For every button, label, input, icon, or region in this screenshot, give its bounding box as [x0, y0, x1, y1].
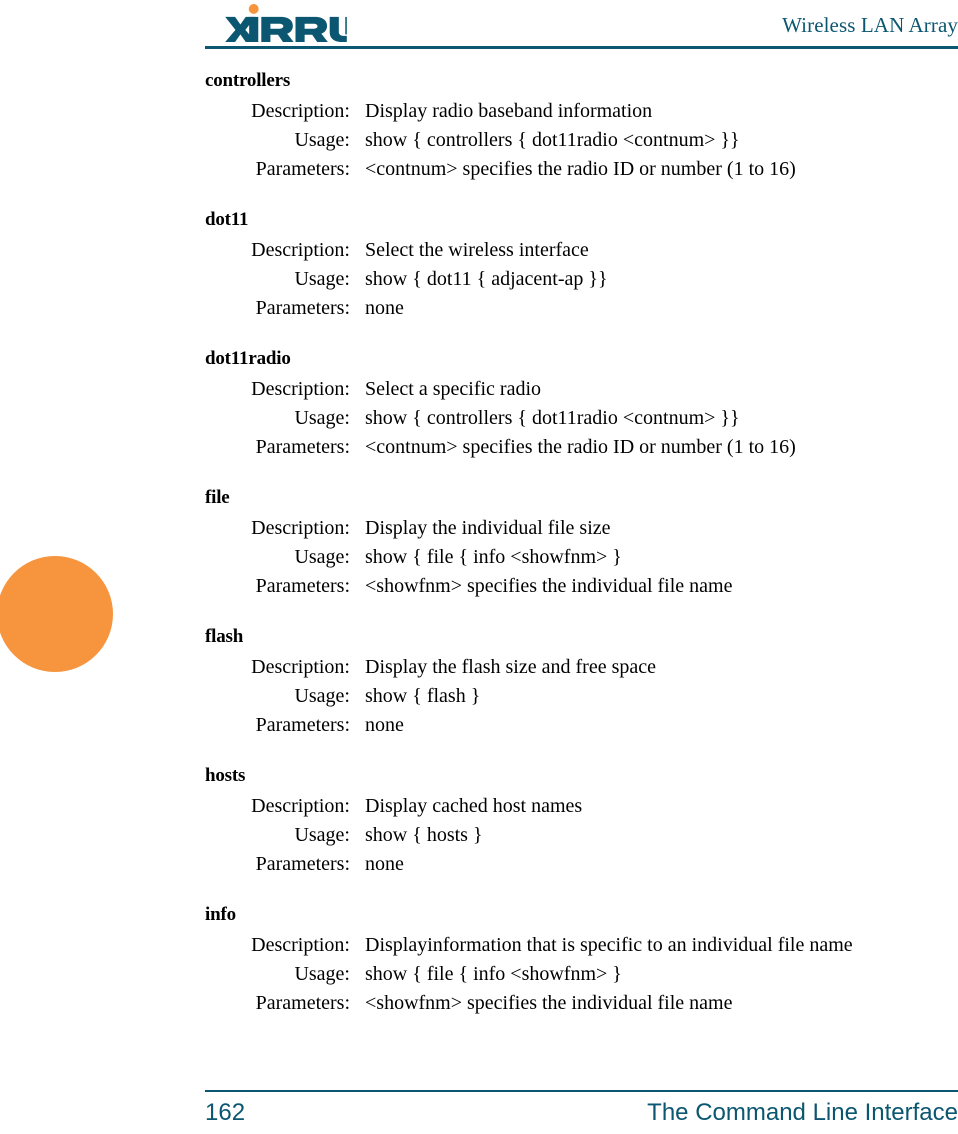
- description-label: Description:: [251, 517, 350, 539]
- description-label: Description:: [251, 795, 350, 817]
- parameters-label: Parameters:: [255, 297, 350, 319]
- command-details: Description: Displayinformation that is …: [0, 931, 958, 1018]
- command-details: Description: Display radio baseband info…: [0, 97, 958, 184]
- usage-label: Usage:: [294, 685, 350, 707]
- header-product-title: Wireless LAN Array: [782, 13, 958, 37]
- footer-rule: [205, 1090, 958, 1092]
- command-description-row: Description: Display the flash size and …: [0, 653, 958, 682]
- command-section: info Description: Displayinformation tha…: [0, 902, 958, 1018]
- description-label: Description:: [251, 239, 350, 261]
- description-value: Display radio baseband information: [365, 100, 653, 122]
- command-usage-row: Usage: show { file { info <showfnm> }: [0, 543, 958, 572]
- command-usage-row: Usage: show { dot11 { adjacent-ap }}: [0, 265, 958, 294]
- command-parameters-row: Parameters: none: [0, 711, 958, 740]
- command-parameters-row: Parameters: <showfnm> specifies the indi…: [0, 989, 958, 1018]
- description-label: Description:: [251, 100, 350, 122]
- parameters-value: none: [365, 714, 404, 736]
- command-section: file Description: Display the individual…: [0, 485, 958, 601]
- usage-value: show { file { info <showfnm> }: [365, 963, 622, 985]
- command-parameters-row: Parameters: none: [0, 850, 958, 879]
- command-section: dot11 Description: Select the wireless i…: [0, 207, 958, 323]
- usage-label: Usage:: [294, 268, 350, 290]
- command-name: hosts: [205, 765, 246, 786]
- usage-label: Usage:: [294, 824, 350, 846]
- command-description-row: Description: Displayinformation that is …: [0, 931, 958, 960]
- command-description-row: Description: Display radio baseband info…: [0, 97, 958, 126]
- parameters-value: <showfnm> specifies the individual file …: [365, 992, 733, 1014]
- parameters-value: none: [365, 853, 404, 875]
- command-reference-list: controllers Description: Display radio b…: [0, 68, 958, 1041]
- command-parameters-row: Parameters: <contnum> specifies the radi…: [0, 155, 958, 184]
- page-footer: 162 The Command Line Interface: [0, 1090, 958, 1134]
- command-name: dot11: [205, 209, 249, 230]
- command-usage-row: Usage: show { flash }: [0, 682, 958, 711]
- command-description-row: Description: Select the wireless interfa…: [0, 236, 958, 265]
- command-details: Description: Select the wireless interfa…: [0, 236, 958, 323]
- parameters-value: <contnum> specifies the radio ID or numb…: [365, 436, 796, 458]
- usage-label: Usage:: [294, 129, 350, 151]
- command-parameters-row: Parameters: <showfnm> specifies the indi…: [0, 572, 958, 601]
- description-value: Display the flash size and free space: [365, 656, 656, 678]
- usage-label: Usage:: [294, 546, 350, 568]
- command-details: Description: Select a specific radio Usa…: [0, 375, 958, 462]
- command-name: flash: [205, 626, 244, 647]
- command-parameters-row: Parameters: <contnum> specifies the radi…: [0, 433, 958, 462]
- description-value: Displayinformation that is specific to a…: [365, 934, 853, 956]
- command-name: dot11radio: [205, 348, 291, 369]
- parameters-label: Parameters:: [255, 575, 350, 597]
- command-usage-row: Usage: show { controllers { dot11radio <…: [0, 404, 958, 433]
- usage-value: show { flash }: [365, 685, 481, 707]
- usage-value: show { controllers { dot11radio <contnum…: [365, 407, 740, 429]
- usage-value: show { dot11 { adjacent-ap }}: [365, 268, 608, 290]
- description-label: Description:: [251, 656, 350, 678]
- command-name: file: [205, 487, 230, 508]
- description-value: Display the individual file size: [365, 517, 611, 539]
- page-header: Wireless LAN Array: [0, 0, 958, 50]
- parameters-value: none: [365, 297, 404, 319]
- parameters-label: Parameters:: [255, 436, 350, 458]
- command-details: Description: Display the individual file…: [0, 514, 958, 601]
- command-details: Description: Display the flash size and …: [0, 653, 958, 740]
- parameters-value: <showfnm> specifies the individual file …: [365, 575, 733, 597]
- command-section: controllers Description: Display radio b…: [0, 68, 958, 184]
- description-value: Select the wireless interface: [365, 239, 589, 261]
- description-value: Select a specific radio: [365, 378, 542, 400]
- description-value: Display cached host names: [365, 795, 583, 817]
- command-usage-row: Usage: show { file { info <showfnm> }: [0, 960, 958, 989]
- command-description-row: Description: Display cached host names: [0, 792, 958, 821]
- command-parameters-row: Parameters: none: [0, 294, 958, 323]
- command-details: Description: Display cached host names U…: [0, 792, 958, 879]
- description-label: Description:: [251, 378, 350, 400]
- description-label: Description:: [251, 934, 350, 956]
- command-name: controllers: [205, 70, 291, 91]
- parameters-value: <contnum> specifies the radio ID or numb…: [365, 158, 796, 180]
- command-section: flash Description: Display the flash siz…: [0, 624, 958, 740]
- usage-value: show { file { info <showfnm> }: [365, 546, 622, 568]
- usage-value: show { hosts }: [365, 824, 483, 846]
- usage-label: Usage:: [294, 407, 350, 429]
- command-section: hosts Description: Display cached host n…: [0, 763, 958, 879]
- command-description-row: Description: Display the individual file…: [0, 514, 958, 543]
- parameters-label: Parameters:: [255, 853, 350, 875]
- command-name: info: [205, 904, 236, 925]
- usage-value: show { controllers { dot11radio <contnum…: [365, 129, 740, 151]
- usage-label: Usage:: [294, 963, 350, 985]
- command-usage-row: Usage: show { hosts }: [0, 821, 958, 850]
- page-number: 162: [205, 1099, 246, 1126]
- parameters-label: Parameters:: [255, 714, 350, 736]
- command-description-row: Description: Select a specific radio: [0, 375, 958, 404]
- parameters-label: Parameters:: [255, 992, 350, 1014]
- parameters-label: Parameters:: [255, 158, 350, 180]
- command-section: dot11radio Description: Select a specifi…: [0, 346, 958, 462]
- header-rule: [205, 46, 958, 49]
- command-usage-row: Usage: show { controllers { dot11radio <…: [0, 126, 958, 155]
- chapter-title: The Command Line Interface: [647, 1099, 958, 1126]
